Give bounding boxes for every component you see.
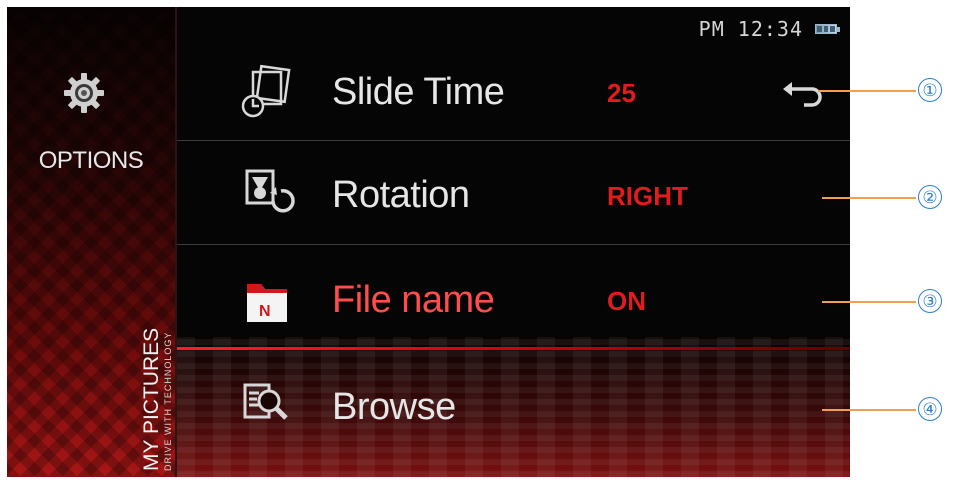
callout-line: [822, 301, 916, 303]
section-title: MY PICTURES: [140, 327, 163, 471]
callout-badge-1: ①: [918, 78, 942, 102]
gear-icon[interactable]: [62, 71, 106, 115]
menu-item-file-name[interactable]: N File name ON: [177, 250, 850, 350]
slideshow-icon: [241, 64, 291, 118]
callout-badge-4: ④: [918, 397, 942, 421]
device-screen: OPTIONS MY PICTURES DRIVE WITH TECHNOLOG…: [7, 7, 850, 477]
callout-badge-2: ②: [918, 185, 942, 209]
back-arrow-icon[interactable]: [780, 79, 830, 109]
section-label: MY PICTURES DRIVE WITH TECHNOLOGY: [140, 327, 174, 471]
divider: [177, 244, 850, 245]
svg-text:N: N: [259, 303, 271, 320]
section-subtitle: DRIVE WITH TECHNOLOGY: [163, 331, 173, 471]
callout-line: [822, 409, 916, 411]
menu-item-label: File name: [332, 279, 495, 321]
callout-line: [822, 197, 916, 199]
menu-item-rotation[interactable]: Rotation RIGHT: [177, 145, 850, 245]
menu-item-value: ON: [607, 286, 646, 316]
menu-item-value: RIGHT: [607, 181, 688, 211]
menu-item-slide-time[interactable]: Slide Time 25: [177, 42, 850, 142]
options-title: OPTIONS: [38, 147, 144, 174]
rotate-icon: [245, 169, 295, 213]
status-bar: PM 12:34: [699, 17, 840, 41]
divider: [177, 140, 850, 141]
callout-badge-3: ③: [918, 289, 942, 313]
menu-item-browse[interactable]: Browse: [177, 357, 850, 457]
battery-icon: [815, 24, 840, 34]
menu-item-label: Rotation: [332, 174, 470, 216]
selection-underline: [177, 347, 850, 350]
menu-item-value: 25: [607, 78, 636, 108]
folder-name-icon: N: [247, 284, 287, 322]
browse-search-icon: [243, 383, 288, 420]
clock: PM 12:34: [698, 17, 803, 41]
menu-item-label: Browse: [332, 386, 456, 428]
callout-line: [818, 90, 916, 92]
sidebar: OPTIONS MY PICTURES DRIVE WITH TECHNOLOG…: [7, 7, 177, 477]
menu-item-label: Slide Time: [332, 71, 505, 113]
